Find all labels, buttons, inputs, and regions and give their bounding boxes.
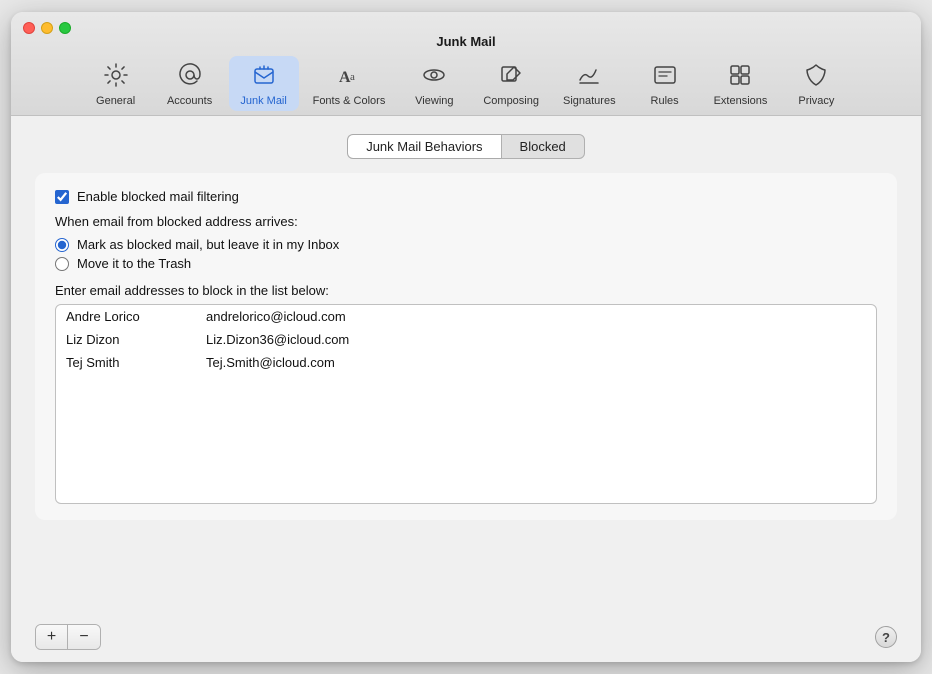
table-row[interactable]: Tej SmithTej.Smith@icloud.com [56, 351, 876, 374]
toolbar-item-privacy[interactable]: Privacy [781, 56, 851, 111]
add-remove-group: + − [35, 624, 101, 650]
toolbar-item-composing[interactable]: Composing [473, 56, 549, 111]
toolbar: General Accounts [11, 48, 921, 115]
toolbar-item-rules[interactable]: Rules [630, 56, 700, 111]
extensions-icon [727, 62, 753, 92]
add-button[interactable]: + [36, 625, 68, 649]
list-label: Enter email addresses to block in the li… [55, 283, 877, 298]
toolbar-label-signatures: Signatures [563, 95, 616, 107]
radio-label-move-trash: Move it to the Trash [77, 256, 191, 271]
tab-junk-mail-behaviors[interactable]: Junk Mail Behaviors [347, 134, 500, 159]
toolbar-item-extensions[interactable]: Extensions [704, 56, 778, 111]
email-table: Andre Loricoandrelorico@icloud.comLiz Di… [56, 305, 876, 374]
main-section: Enable blocked mail filtering When email… [35, 173, 897, 520]
help-button[interactable]: ? [875, 626, 897, 648]
table-row[interactable]: Andre Loricoandrelorico@icloud.com [56, 305, 876, 328]
radio-row-mark-blocked: Mark as blocked mail, but leave it in my… [55, 235, 877, 254]
close-button[interactable] [23, 22, 35, 34]
toolbar-label-rules: Rules [651, 95, 679, 107]
toolbar-label-extensions: Extensions [714, 95, 768, 107]
email-address: Liz.Dizon36@icloud.com [196, 328, 876, 351]
toolbar-item-junk-mail[interactable]: Junk Mail [229, 56, 299, 111]
footer-bar: + − ? [11, 616, 921, 662]
email-list[interactable]: Andre Loricoandrelorico@icloud.comLiz Di… [55, 304, 877, 504]
radio-move-trash[interactable] [55, 257, 69, 271]
email-name: Andre Lorico [56, 305, 196, 328]
window-title: Junk Mail [11, 34, 921, 49]
enable-filtering-checkbox[interactable] [55, 190, 69, 204]
radio-row-move-trash: Move it to the Trash [55, 254, 877, 273]
fonts-icon: A a [336, 62, 362, 92]
toolbar-label-general: General [96, 95, 135, 107]
toolbar-label-composing: Composing [483, 95, 539, 107]
main-window: Junk Mail General [11, 12, 921, 662]
email-address: Tej.Smith@icloud.com [196, 351, 876, 374]
toolbar-item-accounts[interactable]: Accounts [155, 56, 225, 111]
title-bar: Junk Mail General [11, 12, 921, 116]
toolbar-item-signatures[interactable]: Signatures [553, 56, 626, 111]
email-name: Liz Dizon [56, 328, 196, 351]
radio-section-title: When email from blocked address arrives: [55, 214, 877, 229]
radio-section: When email from blocked address arrives:… [55, 214, 877, 273]
enable-filtering-label: Enable blocked mail filtering [77, 189, 239, 204]
table-row[interactable]: Liz DizonLiz.Dizon36@icloud.com [56, 328, 876, 351]
remove-button[interactable]: − [68, 625, 100, 649]
rules-icon [652, 62, 678, 92]
toolbar-label-viewing: Viewing [415, 95, 453, 107]
toolbar-label-accounts: Accounts [167, 95, 212, 107]
list-section: Enter email addresses to block in the li… [55, 283, 877, 504]
svg-text:a: a [350, 71, 355, 83]
tab-bar: Junk Mail Behaviors Blocked [35, 134, 897, 159]
traffic-lights [11, 22, 83, 34]
privacy-icon [803, 62, 829, 92]
composing-icon [498, 62, 524, 92]
viewing-icon [421, 62, 447, 92]
toolbar-item-fonts-colors[interactable]: A a Fonts & Colors [303, 56, 396, 111]
toolbar-label-privacy: Privacy [798, 95, 834, 107]
enable-filtering-row: Enable blocked mail filtering [55, 189, 877, 204]
maximize-button[interactable] [59, 22, 71, 34]
title-bar-top: Junk Mail [11, 22, 921, 48]
toolbar-label-fonts-colors: Fonts & Colors [313, 95, 386, 107]
signatures-icon [576, 62, 602, 92]
minimize-button[interactable] [41, 22, 53, 34]
email-address: andrelorico@icloud.com [196, 305, 876, 328]
gear-icon [103, 62, 129, 92]
toolbar-label-junk-mail: Junk Mail [240, 95, 286, 107]
content-area: Junk Mail Behaviors Blocked Enable block… [11, 116, 921, 616]
radio-label-mark-blocked: Mark as blocked mail, but leave it in my… [77, 237, 339, 252]
toolbar-item-viewing[interactable]: Viewing [399, 56, 469, 111]
junk-mail-icon [251, 62, 277, 92]
at-icon [177, 62, 203, 92]
tab-blocked[interactable]: Blocked [501, 134, 585, 159]
email-name: Tej Smith [56, 351, 196, 374]
toolbar-item-general[interactable]: General [81, 56, 151, 111]
radio-mark-blocked[interactable] [55, 238, 69, 252]
